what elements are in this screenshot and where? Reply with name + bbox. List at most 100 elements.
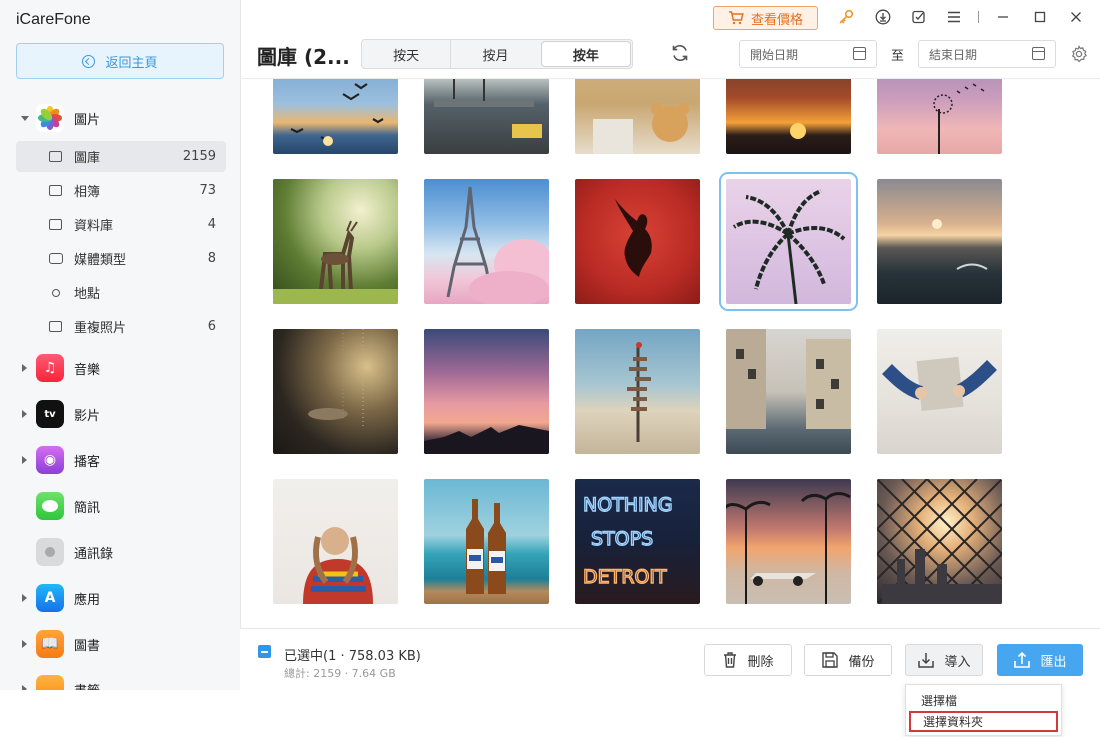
import-button[interactable]: 導入 [905, 644, 983, 676]
refresh-icon[interactable] [670, 43, 690, 63]
back-to-home-button[interactable]: 返回主頁 [16, 43, 224, 79]
minimize-icon[interactable] [994, 8, 1012, 26]
menu-item-select-file[interactable]: 選擇檔 [909, 690, 1058, 711]
category-label: 通訊錄 [74, 546, 114, 562]
photo-tile-beer-bottles-beach[interactable] [424, 479, 549, 604]
music-icon: ♫ [36, 354, 64, 382]
photo-tile-lake-sunset[interactable] [877, 179, 1002, 304]
key-icon[interactable] [837, 8, 855, 26]
category-podcasts[interactable]: ◉ 播客 [0, 443, 240, 477]
podcast-icon: ◉ [36, 446, 64, 474]
contacts-icon [36, 538, 64, 566]
duplicate-icon [49, 321, 62, 332]
bottom-action-bar: 已選中(1 · 758.03 KB) 總計: 2159 · 7.64 GB 刪除… [240, 628, 1100, 690]
photo-tile-signpost-desert[interactable] [575, 329, 700, 454]
category-label: 圖片 [74, 112, 101, 128]
photo-tile-fence-city-sunset[interactable] [877, 479, 1002, 604]
category-videos[interactable]: tv 影片 [0, 397, 240, 431]
category-label: 音樂 [74, 362, 101, 378]
total-summary: 總計: 2159 · 7.64 GB [284, 667, 396, 680]
photo-tile-pink-sunset-silhouette[interactable] [424, 329, 549, 454]
photo-tile-teddy-bears[interactable] [575, 79, 700, 154]
start-date-input[interactable]: 開始日期 [739, 40, 877, 68]
category-label: 應用 [74, 592, 101, 608]
category-label: 播客 [74, 454, 101, 470]
photo-grid: NOTHING STOPS DETROIT [240, 78, 1100, 629]
category-books[interactable]: 📖 圖書 [0, 627, 240, 661]
photo-tile-woman-colorful-sweater[interactable] [273, 479, 398, 604]
select-all-checkbox[interactable] [258, 645, 271, 658]
sidebar-item-places[interactable]: 地點 [16, 277, 226, 308]
photo-tile-dandelion-sky[interactable] [877, 79, 1002, 154]
photo-tile-nothing-stops-detroit[interactable]: NOTHING STOPS DETROIT [575, 479, 700, 604]
photo-tile-venice-canal[interactable] [726, 329, 851, 454]
calendar-icon [853, 47, 866, 60]
photo-tile-deer-forest[interactable] [273, 179, 398, 304]
bookmarks-icon [36, 675, 64, 690]
close-icon[interactable] [1067, 8, 1085, 26]
backup-button[interactable]: 備份 [804, 644, 892, 676]
back-arrow-icon [82, 54, 96, 68]
tab-by-month[interactable]: 按月 [450, 40, 539, 68]
expand-arrow-icon [22, 410, 27, 418]
photo-tile-palm-pink-sky[interactable] [719, 172, 858, 311]
calendar-icon [1032, 47, 1045, 60]
expand-arrow-icon [22, 594, 27, 602]
sidebar-item-media-types[interactable]: 媒體類型 8 [16, 243, 226, 274]
end-date-input[interactable]: 結束日期 [918, 40, 1056, 68]
photo-tile-hands-newspaper[interactable] [877, 329, 1002, 454]
photo-tile-red-angel-statue[interactable] [575, 179, 700, 304]
maximize-icon[interactable] [1031, 8, 1049, 26]
settings-gear-icon[interactable] [1070, 45, 1088, 67]
sidebar-item-database[interactable]: 資料庫 4 [16, 209, 226, 240]
messages-icon [36, 492, 64, 520]
sidebar-item-label: 媒體類型 [74, 253, 127, 268]
menu-icon[interactable] [945, 8, 963, 26]
category-contacts[interactable]: 通訊錄 [0, 535, 240, 569]
import-dropdown-menu: 選擇檔 選擇資料夾 [905, 684, 1062, 736]
category-bookmarks[interactable]: 書籤 [0, 672, 240, 690]
category-photos[interactable]: 圖片 [0, 101, 240, 135]
tab-by-year[interactable]: 按年 [541, 42, 630, 66]
category-messages[interactable]: 簡訊 [0, 489, 240, 523]
tab-by-day[interactable]: 按天 [362, 40, 450, 68]
photo-tile-eiffel-tower[interactable] [424, 179, 549, 304]
top-bar: 查看價格 圖庫 (2... 按天 按月 按年 開始日期 至 結束日期 [240, 0, 1100, 78]
selection-summary: 已選中(1 · 758.03 KB) [284, 649, 421, 664]
item-count: 6 [207, 319, 216, 334]
trash-icon [724, 652, 737, 668]
apple-tv-icon: tv [36, 400, 64, 428]
photo-tile-vintage-car-palms[interactable] [726, 479, 851, 604]
svg-text:DETROIT: DETROIT [583, 566, 667, 588]
delete-button[interactable]: 刪除 [704, 644, 792, 676]
photo-tile-seagulls-sunset[interactable] [273, 79, 398, 154]
item-count: 4 [207, 217, 216, 232]
books-icon: 📖 [36, 630, 64, 658]
category-apps[interactable]: A 應用 [0, 581, 240, 615]
sidebar-item-albums[interactable]: 相簿 73 [16, 175, 226, 206]
app-store-icon: A [36, 584, 64, 612]
sidebar-item-duplicates[interactable]: 重複照片 6 [16, 311, 226, 342]
sidebar-item-label: 相簿 [74, 185, 101, 200]
expand-arrow-icon [22, 456, 27, 464]
import-icon [918, 653, 935, 668]
sidebar-item-label: 重複照片 [74, 321, 127, 336]
photo-tile-dark-room-lights[interactable] [273, 329, 398, 454]
download-icon[interactable] [874, 8, 892, 26]
save-disk-icon [822, 652, 839, 668]
export-button[interactable]: 匯出 [997, 644, 1083, 676]
feedback-icon[interactable] [910, 8, 928, 26]
photo-tile-street-palms[interactable] [424, 79, 549, 154]
item-count: 2159 [182, 149, 216, 164]
sidebar-item-label: 地點 [74, 287, 101, 302]
category-music[interactable]: ♫ 音樂 [0, 351, 240, 385]
photo-tile-orange-sunset[interactable] [726, 79, 851, 154]
media-type-icon [49, 253, 63, 264]
date-range-separator: 至 [891, 49, 905, 64]
photos-icon [36, 104, 64, 132]
category-label: 圖書 [74, 638, 101, 654]
sidebar-item-library[interactable]: 圖庫 2159 [16, 141, 226, 172]
menu-item-select-folder[interactable]: 選擇資料夾 [909, 711, 1058, 732]
sidebar: iCareFone 返回主頁 圖片 圖庫 2159 相簿 73 資料庫 4 媒體… [0, 0, 241, 690]
view-price-button[interactable]: 查看價格 [713, 6, 818, 30]
